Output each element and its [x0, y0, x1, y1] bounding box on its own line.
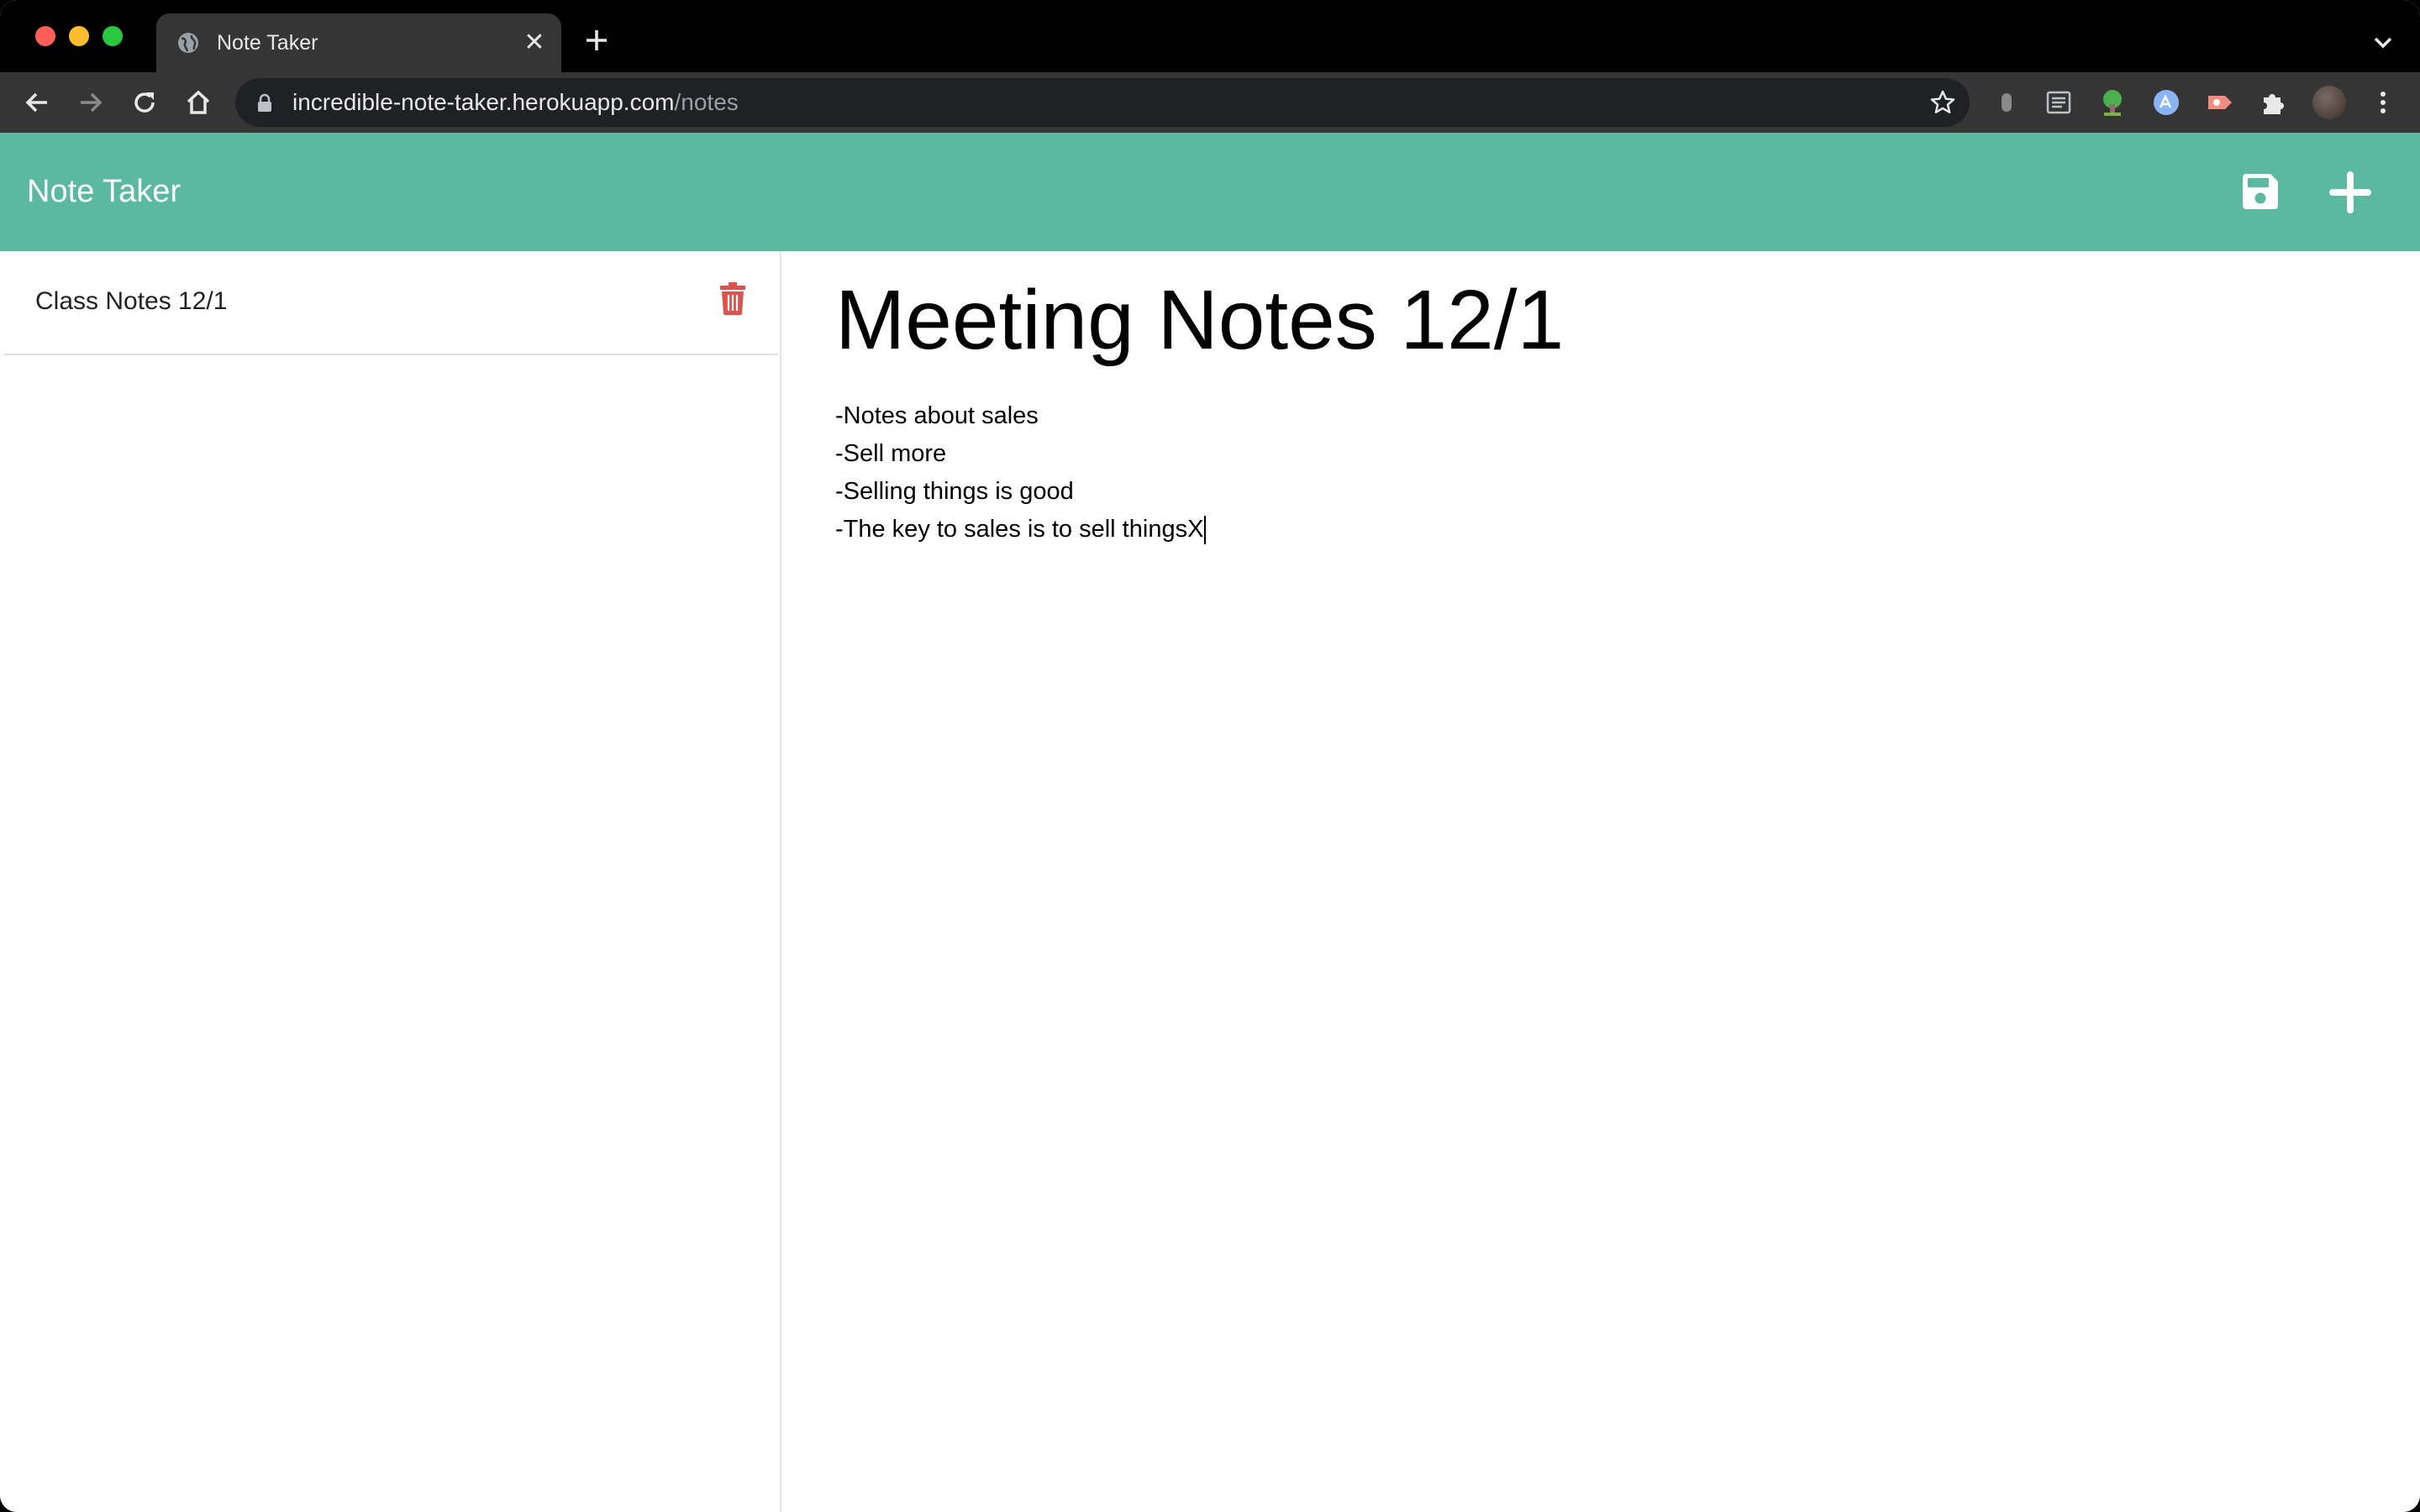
tree-extension-icon[interactable]	[2097, 87, 2128, 118]
lock-icon[interactable]	[257, 93, 272, 112]
note-text-area[interactable]: -Notes about sales -Sell more -Selling t…	[835, 397, 1207, 549]
tab-title: Note Taker	[217, 31, 318, 55]
browser-toolbar: incredible-note-taker.herokuapp.com/note…	[0, 72, 2420, 133]
brand-title[interactable]: Note Taker	[27, 171, 181, 212]
url-text: incredible-note-taker.herokuapp.com/note…	[292, 88, 739, 117]
reader-mode-icon[interactable]	[2044, 87, 2074, 118]
translate-extension-icon[interactable]	[2151, 87, 2181, 118]
note-text-content: -Notes about sales -Sell more -Selling t…	[835, 402, 1204, 543]
back-icon[interactable]	[20, 86, 54, 119]
browser-tab[interactable]: Note Taker ✕	[156, 13, 561, 72]
text-cursor	[1204, 516, 1207, 545]
maximize-window-button[interactable]	[103, 26, 123, 46]
new-tab-icon[interactable]	[580, 24, 613, 57]
note-list-item-title[interactable]: Class Notes 12/1	[35, 285, 227, 318]
tab-strip: Note Taker ✕	[0, 0, 2420, 72]
address-bar[interactable]: incredible-note-taker.herokuapp.com/note…	[235, 78, 1970, 127]
tab-close-icon[interactable]: ✕	[521, 29, 548, 56]
bookmark-star-icon[interactable]	[1929, 89, 1956, 116]
chevron-down-icon[interactable]	[2370, 29, 2396, 55]
globe-icon	[178, 33, 198, 53]
note-title-input[interactable]: Meeting Notes 12/1	[835, 270, 1564, 370]
browser-window: Note Taker ✕ incredible-note-taker.herok…	[0, 0, 2420, 1512]
minimize-window-button[interactable]	[69, 26, 89, 46]
home-icon[interactable]	[182, 86, 215, 119]
close-window-button[interactable]	[35, 26, 55, 46]
save-note-icon[interactable]	[2240, 171, 2281, 212]
notes-sidebar: Class Notes 12/1	[0, 251, 781, 1512]
menu-kebab-icon[interactable]	[2368, 87, 2398, 118]
profile-avatar[interactable]	[2312, 86, 2346, 119]
extension-shield-icon[interactable]	[1991, 87, 2022, 118]
url-host: incredible-note-taker.herokuapp.com	[292, 89, 675, 115]
note-list-item[interactable]: Class Notes 12/1	[3, 251, 778, 355]
extensions-puzzle-icon[interactable]	[2259, 87, 2289, 118]
note-editor: Meeting Notes 12/1 -Notes about sales -S…	[835, 251, 2381, 1427]
new-note-icon[interactable]	[2329, 171, 2371, 213]
video-extension-icon[interactable]	[2205, 87, 2235, 118]
app-navbar: Note Taker	[0, 133, 2420, 251]
page-content: Note Taker Class Notes 12/1 Meeting Note…	[0, 133, 2420, 1512]
forward-icon[interactable]	[74, 86, 108, 119]
url-path: /notes	[674, 89, 739, 115]
trash-icon[interactable]	[719, 281, 746, 315]
reload-icon[interactable]	[128, 86, 161, 119]
